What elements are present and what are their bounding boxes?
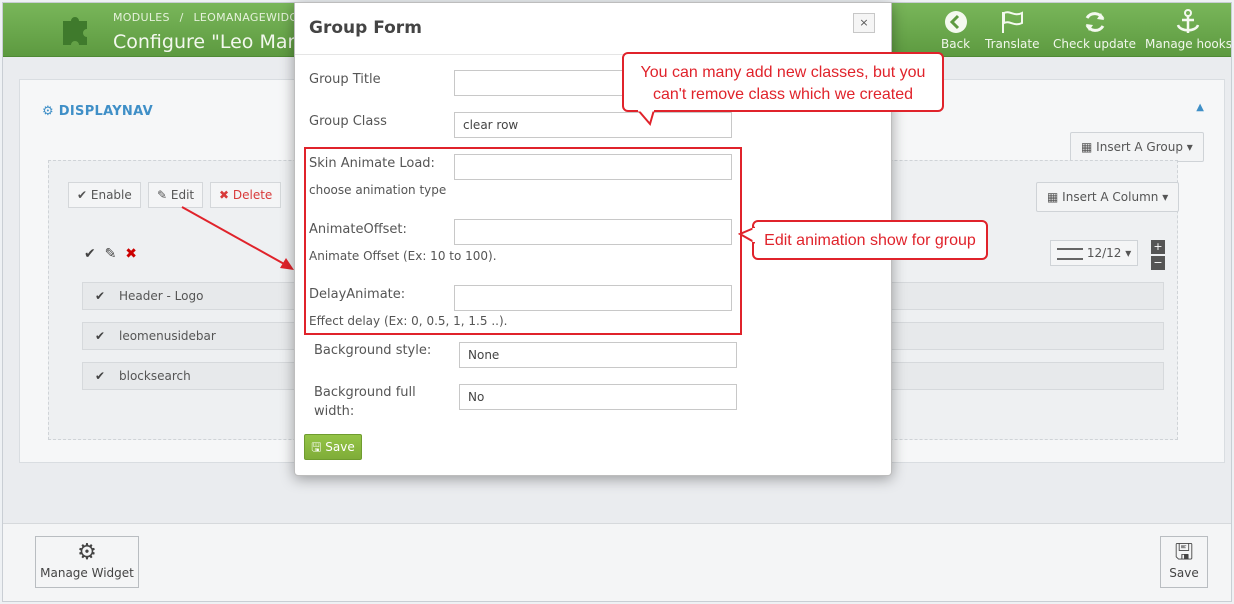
group-class-input[interactable] bbox=[454, 112, 732, 138]
save-label: Save bbox=[325, 440, 355, 454]
floppy-icon: 🖫 bbox=[311, 440, 322, 454]
animate-offset-help: Animate Offset (Ex: 10 to 100). bbox=[309, 249, 497, 263]
close-button[interactable]: × bbox=[853, 13, 875, 33]
animate-offset-input[interactable] bbox=[454, 219, 732, 245]
animation-callout: Edit animation show for group bbox=[752, 220, 988, 260]
callout-text-line1: You can many add new classes, but you bbox=[640, 64, 926, 81]
group-class-label: Group Class bbox=[309, 114, 387, 129]
background-full-label-line2: width: bbox=[314, 404, 355, 419]
callout-text-line2: can't remove class which we created bbox=[652, 86, 914, 103]
delay-animate-help: Effect delay (Ex: 0, 0.5, 1, 1.5 ..). bbox=[309, 314, 508, 328]
dialog-header: Group Form × bbox=[295, 3, 891, 55]
animate-offset-label: AnimateOffset: bbox=[309, 222, 407, 237]
skin-animate-label: Skin Animate Load: bbox=[309, 156, 435, 171]
callout-pointer bbox=[636, 110, 656, 127]
classes-callout: You can many add new classes, but you ca… bbox=[622, 52, 944, 112]
dialog-title: Group Form bbox=[309, 18, 422, 38]
delay-animate-label: DelayAnimate: bbox=[309, 287, 406, 302]
callout-pointer bbox=[738, 226, 756, 244]
background-full-label: Background full bbox=[314, 385, 416, 400]
group-title-label: Group Title bbox=[309, 72, 381, 87]
skin-animate-input[interactable] bbox=[454, 154, 732, 180]
delay-animate-input[interactable] bbox=[454, 285, 732, 311]
skin-animate-help: choose animation type bbox=[309, 183, 447, 197]
save-button[interactable]: 🖫 Save bbox=[304, 434, 362, 460]
background-style-select[interactable]: None bbox=[459, 342, 737, 368]
background-style-label: Background style: bbox=[314, 343, 432, 358]
background-full-select[interactable]: No bbox=[459, 384, 737, 410]
callout-text: Edit animation show for group bbox=[764, 232, 976, 249]
